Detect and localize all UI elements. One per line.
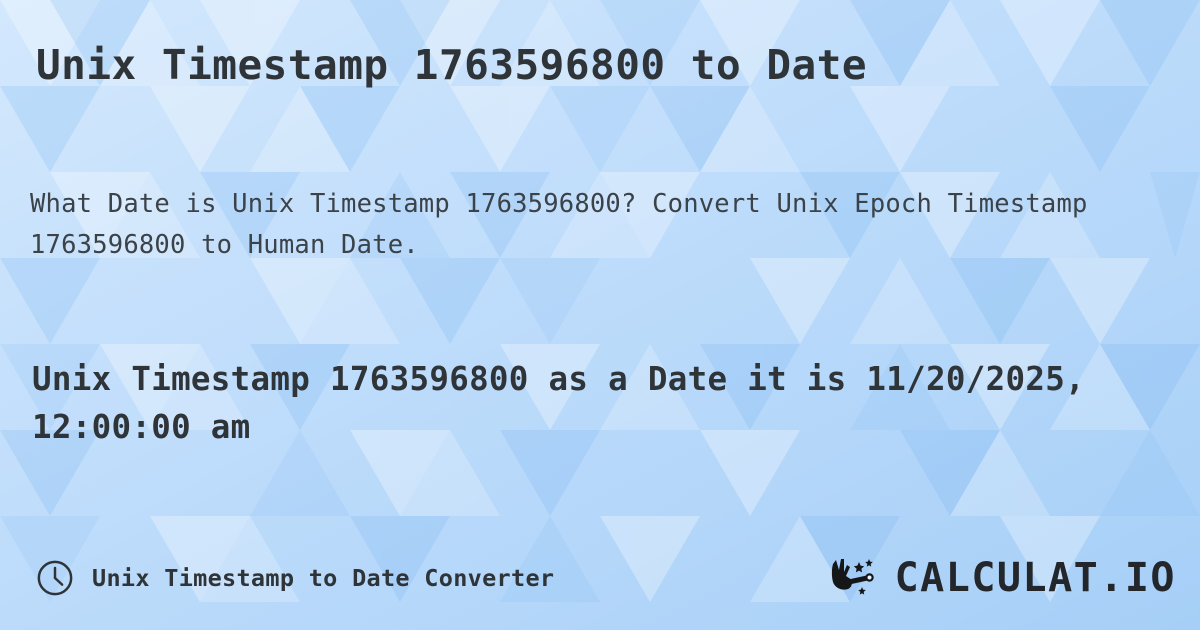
brand-logo[interactable]: CALCULAT.IO [829,556,1176,600]
page-title: Unix Timestamp 1763596800 to Date [36,41,868,89]
card-footer: Unix Timestamp to Date Converter CALCULA… [36,552,1176,604]
footer-left-group: Unix Timestamp to Date Converter [36,559,554,597]
share-card: Unix Timestamp 1763596800 to Date What D… [0,0,1200,630]
page-description: What Date is Unix Timestamp 1763596800? … [30,189,1088,261]
clock-icon [37,560,73,596]
card-content: Unix Timestamp 1763596800 to Date What D… [0,0,1200,630]
footer-label: Unix Timestamp to Date Converter [92,564,555,592]
magic-wand-hand-icon [831,559,874,595]
conversion-result: Unix Timestamp 1763596800 as a Date it i… [32,360,1085,447]
brand-wordmark: CALCULAT.IO [894,555,1176,601]
